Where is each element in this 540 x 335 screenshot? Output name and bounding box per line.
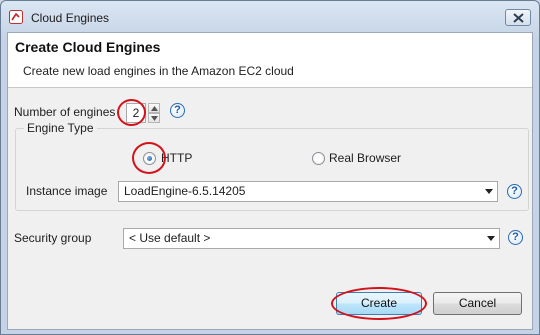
security-group-select[interactable]: < Use default > (123, 228, 500, 249)
spinner-down-button[interactable] (148, 113, 160, 123)
security-group-value: < Use default > (129, 231, 211, 245)
header-banner: Create Cloud Engines Create new load eng… (8, 33, 532, 88)
real-browser-radio[interactable] (312, 152, 325, 165)
spinner-up-button[interactable] (148, 103, 160, 113)
engine-type-group: Engine Type HTTP Real Browser Instance i… (15, 121, 529, 211)
spinner-down-icon (151, 116, 158, 121)
engines-help-icon[interactable]: ? (170, 103, 185, 118)
number-of-engines-input[interactable]: 2 (126, 103, 146, 123)
spinner-up-icon (151, 106, 158, 111)
dialog-body: Create Cloud Engines Create new load eng… (7, 32, 533, 330)
dialog-description: Create new load engines in the Amazon EC… (23, 64, 294, 78)
security-group-help-icon[interactable]: ? (508, 230, 523, 245)
instance-image-help-icon[interactable]: ? (507, 184, 522, 199)
dialog-window: Cloud Engines Create Cloud Engines Creat… (0, 0, 540, 335)
instance-image-label: Instance image (26, 184, 108, 198)
number-of-engines-label: Number of engines (14, 105, 116, 119)
chevron-down-icon (487, 236, 495, 241)
cancel-button[interactable]: Cancel (433, 292, 522, 315)
http-radio[interactable] (143, 152, 156, 165)
dialog-heading: Create Cloud Engines (15, 39, 161, 55)
instance-image-select[interactable]: LoadEngine-6.5.14205 (118, 181, 498, 202)
chevron-down-icon (485, 189, 493, 194)
real-browser-radio-label[interactable]: Real Browser (329, 151, 401, 165)
window-title: Cloud Engines (31, 11, 110, 25)
security-group-label: Security group (14, 231, 92, 245)
title-bar[interactable]: Cloud Engines (1, 1, 539, 33)
close-button[interactable] (505, 9, 531, 26)
cloud-engines-app-icon (9, 10, 23, 24)
create-button[interactable]: Create (336, 292, 422, 315)
engine-type-group-label: Engine Type (24, 121, 97, 135)
http-radio-label[interactable]: HTTP (161, 151, 192, 165)
close-icon (513, 13, 524, 23)
instance-image-value: LoadEngine-6.5.14205 (124, 184, 246, 198)
